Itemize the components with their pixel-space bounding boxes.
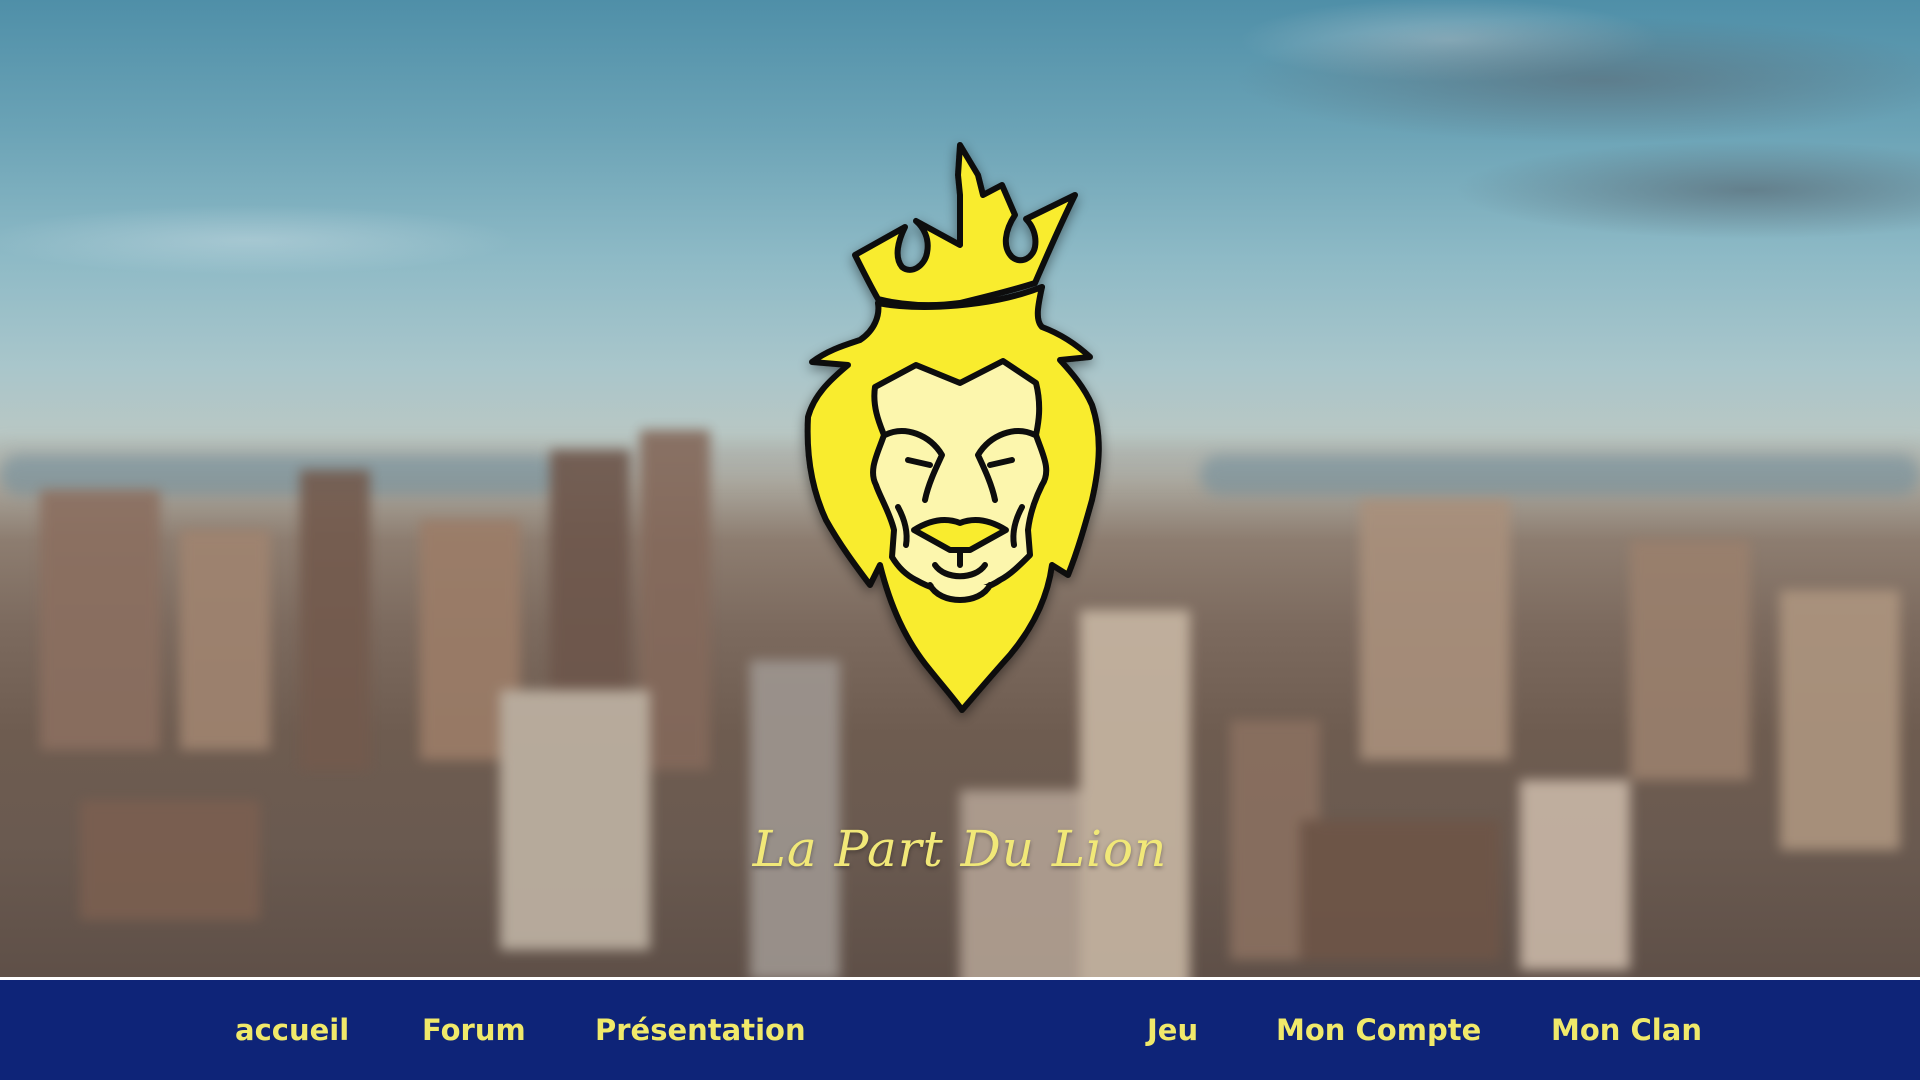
nav-forum[interactable]: Forum bbox=[422, 980, 526, 1080]
nav-mon-compte[interactable]: Mon Compte bbox=[1276, 980, 1481, 1080]
page: La Part Du Lion accueil Forum Présentati… bbox=[0, 0, 1920, 1080]
nav-mon-clan[interactable]: Mon Clan bbox=[1551, 980, 1702, 1080]
brand-tagline: La Part Du Lion bbox=[752, 820, 1168, 878]
main-navigation: accueil Forum Présentation Jeu Mon Compt… bbox=[0, 977, 1920, 1080]
crowned-lion-head-icon bbox=[730, 135, 1190, 745]
nav-presentation[interactable]: Présentation bbox=[595, 980, 806, 1080]
nav-jeu[interactable]: Jeu bbox=[1147, 980, 1198, 1080]
nav-accueil[interactable]: accueil bbox=[235, 980, 349, 1080]
